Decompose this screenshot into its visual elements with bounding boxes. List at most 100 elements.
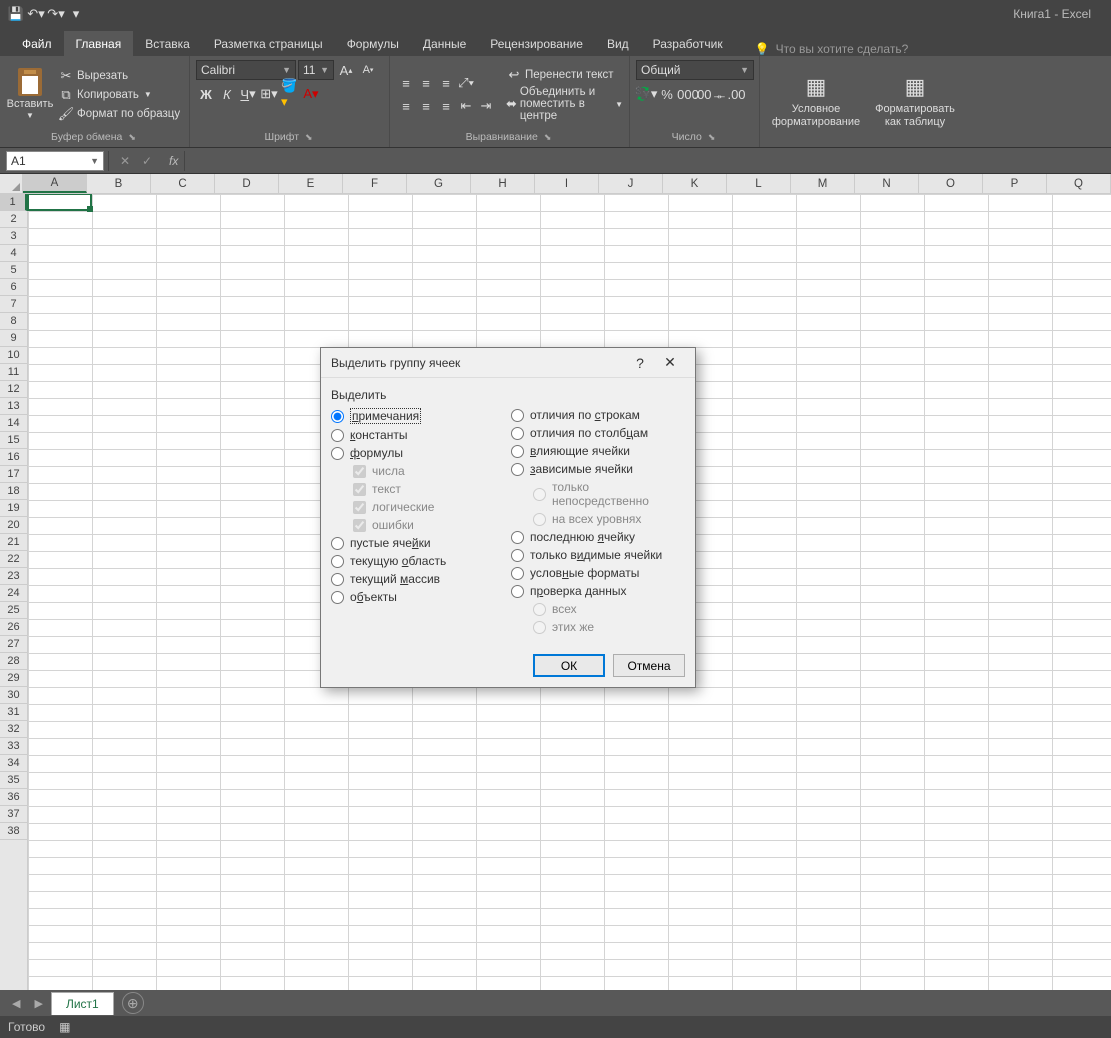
option-objects[interactable]: объекты (331, 588, 505, 606)
option-last[interactable]: последнюю ячейку (511, 528, 685, 546)
currency-button[interactable]: 💱▾ (636, 84, 656, 104)
row-header[interactable]: 5 (0, 262, 27, 279)
option-input-prec[interactable] (511, 445, 524, 458)
align-launcher-icon[interactable]: ⬊ (542, 132, 554, 143)
option-input-comments[interactable] (331, 410, 344, 423)
column-header[interactable]: K (663, 174, 727, 193)
column-header[interactable]: E (279, 174, 343, 193)
dialog-close-button[interactable]: ✕ (655, 354, 685, 371)
format-as-table-button[interactable]: ▦ Форматировать как таблицу (870, 60, 960, 141)
format-painter-button[interactable]: 🖌Формат по образцу (58, 106, 180, 122)
formula-input[interactable] (184, 151, 1111, 171)
row-header[interactable]: 22 (0, 551, 27, 568)
number-format-combo[interactable]: Общий▼ (636, 60, 754, 80)
indent-button[interactable]: ⇥ (476, 96, 496, 116)
fx-icon[interactable]: fx (163, 154, 184, 168)
row-header[interactable]: 14 (0, 415, 27, 432)
row-header[interactable]: 37 (0, 806, 27, 823)
grow-font-button[interactable]: A▴ (336, 60, 356, 80)
option-coldiff[interactable]: отличия по столбцам (511, 424, 685, 442)
align-top-button[interactable]: ≡ (396, 73, 416, 93)
row-header[interactable]: 28 (0, 653, 27, 670)
row-header[interactable]: 10 (0, 347, 27, 364)
row-header[interactable]: 26 (0, 619, 27, 636)
macro-record-icon[interactable]: ▦ (59, 1020, 70, 1034)
column-header[interactable]: B (87, 174, 151, 193)
column-header[interactable]: M (791, 174, 855, 193)
align-middle-button[interactable]: ≡ (416, 73, 436, 93)
option-dval[interactable]: проверка данных (511, 582, 685, 600)
row-header[interactable]: 8 (0, 313, 27, 330)
clipboard-launcher-icon[interactable]: ⬊ (126, 132, 138, 143)
dialog-help-button[interactable]: ? (625, 355, 655, 371)
tab-home[interactable]: Главная (64, 31, 134, 56)
font-color-button[interactable]: A▾ (301, 84, 321, 104)
column-header[interactable]: D (215, 174, 279, 193)
row-header[interactable]: 17 (0, 466, 27, 483)
row-header[interactable]: 33 (0, 738, 27, 755)
italic-button[interactable]: К (217, 84, 237, 104)
row-header[interactable]: 11 (0, 364, 27, 381)
cancel-formula-button[interactable]: ✕ (115, 151, 135, 171)
row-header[interactable]: 9 (0, 330, 27, 347)
row-header[interactable]: 34 (0, 755, 27, 772)
ok-button[interactable]: ОК (533, 654, 605, 677)
row-header[interactable]: 25 (0, 602, 27, 619)
option-formulas[interactable]: формулы (331, 444, 505, 462)
row-header[interactable]: 35 (0, 772, 27, 789)
row-header[interactable]: 12 (0, 381, 27, 398)
row-header[interactable]: 38 (0, 823, 27, 840)
font-name-combo[interactable]: Calibri▼ (196, 60, 296, 80)
fill-color-button[interactable]: 🪣▾ (280, 84, 300, 104)
option-input-formulas[interactable] (331, 447, 344, 460)
align-left-button[interactable]: ≡ (396, 96, 416, 116)
row-header[interactable]: 24 (0, 585, 27, 602)
option-array[interactable]: текущий массив (331, 570, 505, 588)
option-rowdiff[interactable]: отличия по строкам (511, 406, 685, 424)
row-header[interactable]: 13 (0, 398, 27, 415)
option-input-cfmt[interactable] (511, 567, 524, 580)
number-launcher-icon[interactable]: ⬊ (706, 132, 718, 143)
column-header[interactable]: C (151, 174, 215, 193)
qat-customize-icon[interactable]: ▾ (68, 6, 84, 22)
select-all-corner[interactable] (0, 174, 23, 193)
column-header[interactable]: P (983, 174, 1047, 193)
option-dep[interactable]: зависимые ячейки (511, 460, 685, 478)
column-header[interactable]: L (727, 174, 791, 193)
row-header[interactable]: 15 (0, 432, 27, 449)
shrink-font-button[interactable]: A▾ (358, 60, 378, 80)
row-header[interactable]: 31 (0, 704, 27, 721)
option-input-dep[interactable] (511, 463, 524, 476)
tab-file[interactable]: Файл (10, 31, 64, 56)
option-input-rowdiff[interactable] (511, 409, 524, 422)
sheet-tab-active[interactable]: Лист1 (51, 992, 114, 1015)
column-header[interactable]: J (599, 174, 663, 193)
align-bottom-button[interactable]: ≡ (436, 73, 456, 93)
row-header[interactable]: 16 (0, 449, 27, 466)
column-header[interactable]: Q (1047, 174, 1111, 193)
option-blanks[interactable]: пустые ячейки (331, 534, 505, 552)
option-input-constants[interactable] (331, 429, 344, 442)
column-header[interactable]: H (471, 174, 535, 193)
row-header[interactable]: 6 (0, 279, 27, 296)
option-input-objects[interactable] (331, 591, 344, 604)
align-right-button[interactable]: ≡ (436, 96, 456, 116)
cut-button[interactable]: ✂Вырезать (58, 68, 180, 84)
tab-layout[interactable]: Разметка страницы (202, 31, 335, 56)
enter-formula-button[interactable]: ✓ (137, 151, 157, 171)
row-header[interactable]: 23 (0, 568, 27, 585)
new-sheet-button[interactable]: ⊕ (122, 992, 144, 1014)
dialog-title-bar[interactable]: Выделить группу ячеек ? ✕ (321, 348, 695, 378)
option-visible[interactable]: только видимые ячейки (511, 546, 685, 564)
undo-icon[interactable]: ↶▾ (28, 6, 44, 22)
option-input-region[interactable] (331, 555, 344, 568)
tab-formulas[interactable]: Формулы (335, 31, 411, 56)
tab-review[interactable]: Рецензирование (478, 31, 595, 56)
wrap-text-button[interactable]: ↩Перенести текст (506, 67, 623, 83)
row-header[interactable]: 21 (0, 534, 27, 551)
merge-center-button[interactable]: ⬌Объединить и поместить в центре▼ (506, 86, 623, 122)
column-header[interactable]: G (407, 174, 471, 193)
percent-button[interactable]: % (657, 84, 677, 104)
option-prec[interactable]: влияющие ячейки (511, 442, 685, 460)
option-input-coldiff[interactable] (511, 427, 524, 440)
